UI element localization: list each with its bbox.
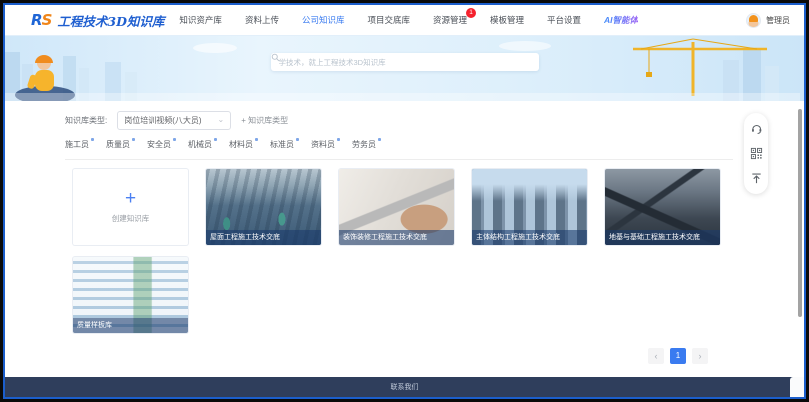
prev-page-button[interactable]: ‹ — [648, 348, 664, 364]
add-kb-type-button[interactable]: + 知识库类型 — [241, 115, 288, 126]
nav-item-upload[interactable]: 资料上传 — [245, 14, 279, 26]
tag-documentation-officer[interactable]: 资料员 — [311, 139, 340, 150]
kb-card-title: 装饰装修工程施工技术交底 — [339, 230, 454, 245]
kb-type-select[interactable]: 岗位培训视频(八大员) ⌄ — [117, 111, 231, 130]
kb-card-main-structure[interactable]: 主体结构工程施工技术交底 — [472, 169, 587, 245]
main-nav: 知识资产库 资料上传 公司知识库 项目交底库 资源管理1 模板管理 平台设置 A… — [179, 14, 638, 26]
kb-type-label: 知识库类型: — [65, 115, 107, 126]
scrollbar[interactable] — [798, 109, 802, 317]
customer-service-icon[interactable] — [750, 122, 763, 135]
plus-icon: + — [125, 190, 136, 208]
app-logo[interactable]: RS 工程技术3D知识库 — [31, 11, 164, 30]
next-page-button[interactable]: › — [692, 348, 708, 364]
tag-labor-officer[interactable]: 劳务员 — [352, 139, 381, 150]
hero-banner — [5, 35, 804, 101]
kb-cards-row-2: 质量样板库 — [73, 257, 804, 333]
create-kb-card[interactable]: + 创建知识库 — [73, 169, 188, 245]
scrollbar-corner — [790, 377, 804, 397]
notification-badge: 1 — [466, 8, 476, 18]
create-kb-label: 创建知识库 — [112, 213, 150, 224]
filter-row: 知识库类型: 岗位培训视频(八大员) ⌄ + 知识库类型 — [65, 111, 804, 130]
footer-link[interactable]: 联系我们 — [391, 382, 419, 392]
kb-card-foundation[interactable]: 地基与基础工程施工技术交底 — [605, 169, 720, 245]
nav-item-resource-mgmt[interactable]: 资源管理1 — [433, 14, 467, 26]
kb-card-title: 质量样板库 — [73, 318, 188, 333]
page-footer: 联系我们 — [5, 377, 804, 397]
app-title: 工程技术3D知识库 — [57, 11, 164, 30]
tag-safety-officer[interactable]: 安全员 — [147, 139, 176, 150]
avatar — [746, 13, 761, 28]
kb-type-value: 岗位培训视频(八大员) — [124, 115, 201, 126]
role-tags-row: 施工员 质量员 安全员 机械员 材料员 标准员 资料员 劳务员 — [65, 139, 733, 160]
pagination: ‹ 1 › — [65, 348, 708, 364]
logo-mark: RS — [31, 11, 51, 29]
app-window: RS 工程技术3D知识库 知识资产库 资料上传 公司知识库 项目交底库 资源管理… — [3, 3, 806, 399]
search-input[interactable] — [279, 58, 533, 67]
nav-item-platform-settings[interactable]: 平台设置 — [547, 14, 581, 26]
username: 管理员 — [766, 15, 790, 26]
back-to-top-icon[interactable] — [750, 172, 763, 185]
tag-material-officer[interactable]: 材料员 — [229, 139, 258, 150]
tag-construction-officer[interactable]: 施工员 — [65, 139, 94, 150]
nav-item-project-disclosure[interactable]: 项目交底库 — [367, 14, 410, 26]
kb-card-quality-sample[interactable]: 质量样板库 — [73, 257, 188, 333]
nav-label: 资源管理 — [433, 15, 467, 25]
qr-code-icon[interactable] — [750, 147, 763, 160]
chevron-down-icon: ⌄ — [218, 116, 225, 124]
main-content: 知识库类型: 岗位培训视频(八大员) ⌄ + 知识库类型 施工员 质量员 安全员… — [5, 101, 804, 364]
search-bar[interactable] — [271, 53, 539, 71]
nav-item-ai-agent[interactable]: AI智能体 — [604, 14, 638, 26]
kb-card-title: 地基与基础工程施工技术交底 — [605, 230, 720, 245]
tag-quality-officer[interactable]: 质量员 — [106, 139, 135, 150]
kb-card-roofing[interactable]: 屋面工程施工技术交底 — [206, 169, 321, 245]
tag-machinery-officer[interactable]: 机械员 — [188, 139, 217, 150]
nav-item-company-kb[interactable]: 公司知识库 — [302, 14, 345, 26]
kb-card-title: 屋面工程施工技术交底 — [206, 230, 321, 245]
tag-standards-officer[interactable]: 标准员 — [270, 139, 299, 150]
nav-item-template-mgmt[interactable]: 模板管理 — [490, 14, 524, 26]
page-1-button[interactable]: 1 — [670, 348, 686, 364]
user-menu[interactable]: 管理员 — [746, 13, 790, 28]
nav-item-knowledge-assets[interactable]: 知识资产库 — [179, 14, 222, 26]
floating-toolbar — [744, 113, 768, 194]
top-navbar: RS 工程技术3D知识库 知识资产库 资料上传 公司知识库 项目交底库 资源管理… — [5, 5, 804, 35]
kb-cards-row-1: + 创建知识库 屋面工程施工技术交底 装饰装修工程施工技术交底 主体结构工程施工… — [73, 169, 804, 245]
screenshot-frame: RS 工程技术3D知识库 知识资产库 资料上传 公司知识库 项目交底库 资源管理… — [0, 0, 809, 402]
kb-card-title: 主体结构工程施工技术交底 — [472, 230, 587, 245]
kb-card-decoration[interactable]: 装饰装修工程施工技术交底 — [339, 169, 454, 245]
